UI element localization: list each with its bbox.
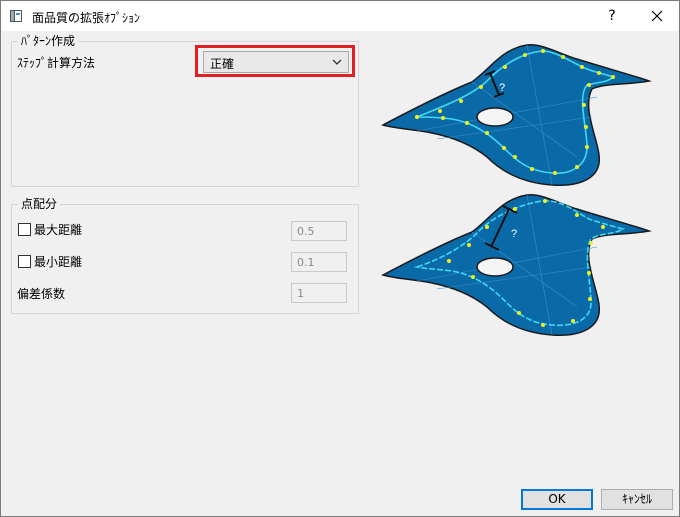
- step-marker-label: ?: [511, 228, 517, 240]
- min-distance-checkbox[interactable]: [18, 254, 31, 268]
- surface-hole: [476, 257, 514, 277]
- min-distance-label: 最小距離: [34, 254, 83, 269]
- ok-button[interactable]: OK: [521, 489, 593, 510]
- surface-illustration-exact: ?: [381, 44, 652, 186]
- deviation-label: 偏差係数: [17, 287, 66, 301]
- title-bar: 面品質の拡張ｵﾌﾟｼｮﾝ ?: [1, 1, 679, 31]
- surface-hole: [476, 107, 514, 127]
- deviation-input[interactable]: 1: [291, 283, 347, 303]
- max-distance-input[interactable]: 0.5: [291, 221, 347, 241]
- close-icon: [651, 10, 663, 22]
- max-distance-label: 最大距離: [34, 222, 83, 237]
- window-title: 面品質の拡張ｵﾌﾟｼｮﾝ: [32, 11, 141, 25]
- chevron-down-icon: [332, 59, 342, 65]
- surface-illustration-approx: ?: [381, 194, 652, 336]
- close-button[interactable]: [644, 5, 670, 27]
- surface-shape: [381, 194, 652, 336]
- min-distance-option[interactable]: 最小距離: [18, 253, 82, 269]
- pattern-group-legend: ﾊﾟﾀｰﾝ作成: [18, 34, 79, 48]
- dialog-window: 面品質の拡張ｵﾌﾟｼｮﾝ ? ﾊﾟﾀｰﾝ作成 ｽﾃｯﾌﾟ計算方法 正確 点配分 …: [0, 0, 680, 517]
- cancel-button[interactable]: ｷｬﾝｾﾙ: [601, 489, 673, 510]
- dialog-app-icon: [10, 10, 22, 22]
- max-distance-option[interactable]: 最大距離: [18, 221, 82, 237]
- step-marker-label: ?: [499, 82, 505, 94]
- min-distance-input[interactable]: 0.1: [291, 252, 347, 272]
- point-group-legend: 点配分: [18, 197, 61, 211]
- step-method-select[interactable]: 正確: [203, 51, 349, 73]
- help-button[interactable]: ?: [599, 5, 625, 27]
- max-distance-checkbox[interactable]: [18, 222, 31, 236]
- step-method-label: ｽﾃｯﾌﾟ計算方法: [17, 56, 96, 70]
- step-method-value: 正確: [210, 57, 235, 71]
